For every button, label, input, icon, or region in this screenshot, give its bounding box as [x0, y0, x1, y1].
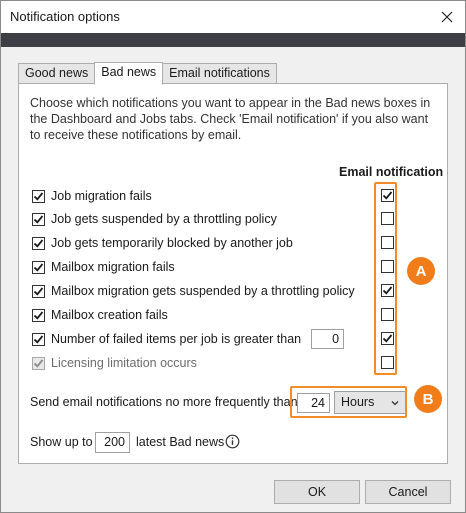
close-icon: [441, 11, 453, 23]
frequency-highlight: [290, 386, 407, 418]
tab-bar: Good news Bad news Email notifications: [18, 62, 277, 85]
job-migration-fails-checkbox[interactable]: [32, 189, 45, 203]
title-bar: Notification options: [1, 1, 465, 33]
frequency-label: Send email notifications no more frequen…: [30, 395, 298, 409]
list-item: Job gets temporarily blocked by another …: [32, 233, 293, 253]
window-title: Notification options: [10, 9, 120, 24]
close-button[interactable]: [435, 5, 459, 29]
job-blocked-checkbox[interactable]: [32, 236, 45, 250]
intro-text: Choose which notifications you want to a…: [30, 96, 431, 142]
cancel-button[interactable]: Cancel: [365, 480, 451, 504]
list-item: Mailbox migration fails: [32, 257, 175, 277]
check-icon: [33, 262, 44, 272]
item-label: Mailbox migration fails: [51, 260, 175, 274]
check-icon: [33, 214, 44, 224]
callout-badge-a: A: [407, 257, 435, 285]
item-label: Licensing limitation occurs: [51, 356, 197, 370]
licensing-limitation-checkbox: [32, 356, 45, 370]
info-icon[interactable]: [225, 434, 240, 449]
item-label: Job gets suspended by a throttling polic…: [51, 212, 277, 226]
tab-email-notifications[interactable]: Email notifications: [162, 63, 277, 84]
job-suspended-checkbox[interactable]: [32, 212, 45, 226]
showup-suffix-label: latest Bad news: [136, 435, 225, 449]
showup-label: Show up to: [30, 435, 93, 449]
mailbox-creation-fails-checkbox[interactable]: [32, 308, 45, 322]
email-column-highlight: [374, 182, 397, 375]
ok-button[interactable]: OK: [274, 480, 360, 504]
item-label: Number of failed items per job is greate…: [51, 332, 302, 346]
failed-items-checkbox[interactable]: [32, 332, 45, 346]
tab-good-news[interactable]: Good news: [18, 63, 96, 84]
showup-count-input[interactable]: 200: [95, 432, 130, 453]
mailbox-migration-fails-checkbox[interactable]: [32, 260, 45, 274]
item-label: Mailbox creation fails: [51, 308, 168, 322]
item-label: Mailbox migration gets suspended by a th…: [51, 284, 355, 298]
email-notification-header: Email notification: [339, 165, 444, 179]
check-icon: [33, 334, 44, 344]
check-icon: [33, 358, 44, 368]
item-label: Job migration fails: [51, 189, 152, 203]
check-icon: [33, 238, 44, 248]
failed-items-threshold-input[interactable]: 0: [311, 329, 345, 349]
check-icon: [33, 286, 44, 296]
list-item: Job gets suspended by a throttling polic…: [32, 209, 277, 229]
callout-badge-b: B: [414, 385, 442, 413]
list-item: Mailbox creation fails: [32, 305, 168, 325]
list-item: Job migration fails: [32, 186, 152, 206]
check-icon: [33, 310, 44, 320]
list-item: Number of failed items per job is greate…: [32, 329, 345, 349]
item-label: Job gets temporarily blocked by another …: [51, 236, 293, 250]
check-icon: [33, 191, 44, 201]
mailbox-suspended-checkbox[interactable]: [32, 284, 45, 298]
notification-options-dialog: Notification options Good news Bad news …: [0, 0, 466, 513]
tab-bad-news[interactable]: Bad news: [94, 62, 164, 85]
list-item: Licensing limitation occurs: [32, 353, 197, 373]
header-band: [1, 33, 465, 47]
list-item: Mailbox migration gets suspended by a th…: [32, 281, 355, 301]
